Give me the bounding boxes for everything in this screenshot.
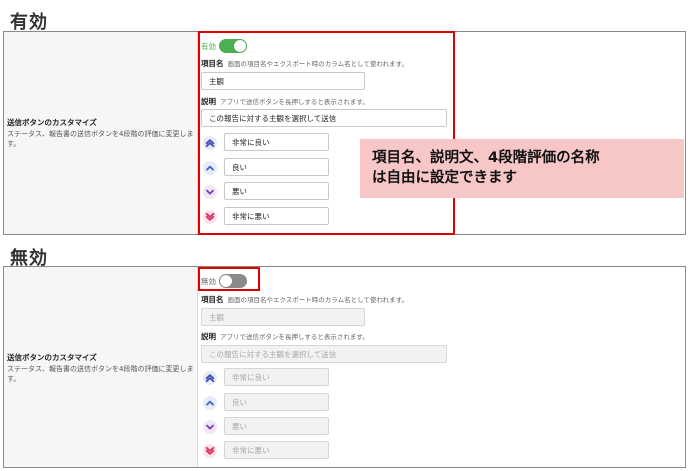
double-chevron-down-icon bbox=[203, 444, 217, 458]
highlight-box-enabled bbox=[198, 31, 455, 235]
chevron-down-icon bbox=[203, 420, 217, 434]
setting-description: ステータス、報告書の送信ボタンを4段階の評価に変更します。 bbox=[7, 365, 194, 383]
setting-description: ステータス、報告書の送信ボタンを4段階の評価に変更します。 bbox=[7, 130, 194, 148]
callout-line-2: は自由に設定できます bbox=[372, 170, 517, 186]
item-name-input-disabled: 主観 bbox=[201, 308, 365, 326]
setting-title: 送信ボタンのカスタマイズ bbox=[7, 353, 97, 362]
explanation-input-disabled: この報告に対する主観を選択して送信 bbox=[201, 345, 447, 363]
item-name-hint: 画面の項目名やエクスポート時のカラム名として使われます。 bbox=[227, 296, 408, 304]
explanation-label: 説明 アプリで送信ボタンを長押しすると表示されます。 bbox=[201, 331, 369, 342]
callout-note: 項目名、説明文、4段階評価の名称 は自由に設定できます bbox=[360, 139, 684, 198]
setting-title: 送信ボタンのカスタマイズ bbox=[7, 118, 97, 127]
setting-info: 送信ボタンのカスタマイズ ステータス、報告書の送信ボタンを4段階の評価に変更しま… bbox=[4, 32, 198, 234]
setting-info: 送信ボタンのカスタマイズ ステータス、報告書の送信ボタンを4段階の評価に変更しま… bbox=[4, 267, 198, 467]
callout-line-1: 項目名、説明文、4段階評価の名称 bbox=[372, 150, 600, 166]
rank-input-very-bad-disabled: 非常に悪い bbox=[224, 441, 329, 459]
item-name-label: 項目名 画面の項目名やエクスポート時のカラム名として使われます。 bbox=[201, 294, 408, 305]
rank-input-bad-disabled: 悪い bbox=[224, 417, 329, 435]
explanation-label-text: 説明 bbox=[201, 332, 216, 341]
double-chevron-up-icon bbox=[203, 371, 217, 385]
highlight-box-disabled bbox=[198, 267, 260, 291]
chevron-up-icon bbox=[203, 396, 217, 410]
explanation-hint: アプリで送信ボタンを長押しすると表示されます。 bbox=[220, 333, 369, 341]
item-name-label-text: 項目名 bbox=[201, 295, 224, 304]
rank-input-good-disabled: 良い bbox=[224, 393, 329, 411]
rank-input-very-good-disabled: 非常に良い bbox=[224, 368, 329, 386]
